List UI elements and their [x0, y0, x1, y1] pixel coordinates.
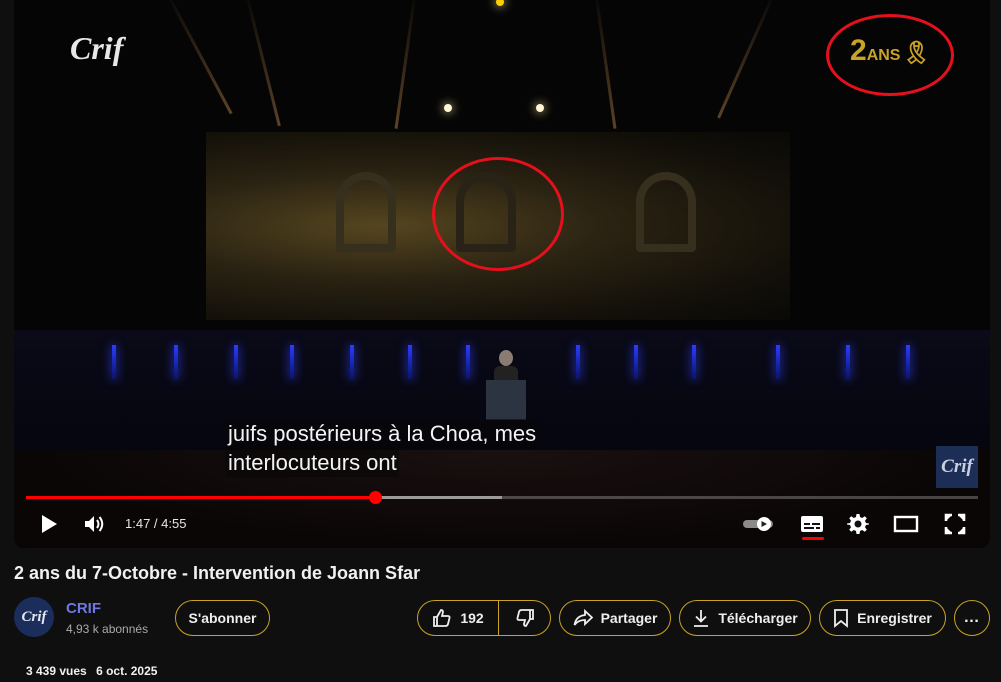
- thumbs-down-icon: [515, 608, 535, 628]
- blue-stage-light: [350, 345, 354, 379]
- blue-stage-light: [906, 345, 910, 379]
- blue-stage-light: [692, 345, 696, 379]
- blue-stage-light: [408, 345, 412, 379]
- annotation-circle-screen: [432, 157, 564, 271]
- more-actions-button[interactable]: …: [954, 600, 990, 636]
- like-count: 192: [460, 610, 484, 626]
- video-player[interactable]: Crif 2ANS🎗 juifs postérieurs à la Choa, …: [14, 0, 990, 548]
- video-metadata[interactable]: 3 439 vues 6 oct. 2025: [26, 664, 163, 678]
- stage-light-beam: [717, 0, 777, 119]
- more-actions-icon: …: [963, 609, 981, 626]
- stage-spotlight: [444, 104, 452, 112]
- subscribe-label: S'abonner: [188, 610, 257, 626]
- theater-mode-icon: [893, 515, 919, 533]
- play-button[interactable]: [36, 506, 62, 542]
- settings-button[interactable]: [844, 506, 872, 542]
- channel-avatar[interactable]: Crif: [14, 597, 54, 637]
- subtitle-line-1: juifs postérieurs à la Choa, mes: [226, 419, 539, 448]
- stage-light-beam: [394, 0, 417, 129]
- speaker-at-podium: [486, 350, 526, 422]
- podium: [486, 380, 526, 420]
- subscribe-button[interactable]: S'abonner: [175, 600, 270, 636]
- video-title: 2 ans du 7-Octobre - Intervention de Joa…: [14, 563, 421, 583]
- stage-spotlight: [496, 0, 504, 6]
- stage-light-beam: [164, 0, 233, 115]
- share-label: Partager: [600, 610, 658, 626]
- settings-icon: [847, 514, 869, 534]
- stage-light-beam: [244, 0, 281, 127]
- progress-bar[interactable]: [26, 491, 978, 504]
- channel-name[interactable]: CRIF: [66, 600, 101, 617]
- save-button[interactable]: Enregistrer: [819, 600, 946, 636]
- theater-mode-button[interactable]: [890, 506, 922, 542]
- thumbs-up-icon: [432, 608, 452, 628]
- blue-stage-light: [846, 345, 850, 379]
- blue-stage-light: [776, 345, 780, 379]
- share-button[interactable]: Partager: [559, 600, 671, 636]
- subtitles-active-indicator: [802, 537, 824, 540]
- speaker-head: [499, 350, 513, 366]
- subscriber-count: 4,93 k abonnés: [66, 622, 149, 636]
- download-button[interactable]: Télécharger: [679, 600, 811, 636]
- like-button[interactable]: 192: [417, 600, 499, 636]
- stage-spotlight: [536, 104, 544, 112]
- subtitles-button[interactable]: [794, 506, 830, 542]
- autoplay-toggle[interactable]: [742, 506, 776, 542]
- player-controls: 1:47 / 4:55: [14, 506, 990, 542]
- autoplay-toggle-icon: [743, 517, 773, 531]
- ribbon-graphic: [636, 172, 696, 252]
- blue-stage-light: [466, 345, 470, 379]
- fullscreen-button[interactable]: [940, 506, 970, 542]
- volume-button[interactable]: [82, 506, 108, 542]
- stage-light-beam: [594, 0, 617, 129]
- subtitle-caption: juifs postérieurs à la Choa, mes interlo…: [226, 419, 539, 477]
- dislike-button[interactable]: [499, 600, 551, 636]
- play-icon: [42, 515, 57, 533]
- blue-stage-light: [576, 345, 580, 379]
- save-label: Enregistrer: [857, 610, 932, 626]
- download-icon: [692, 608, 710, 628]
- fullscreen-icon: [944, 513, 966, 535]
- blue-stage-light: [290, 345, 294, 379]
- blue-stage-light: [174, 345, 178, 379]
- subtitle-line-2: interlocuteurs ont: [226, 448, 399, 477]
- download-label: Télécharger: [718, 610, 798, 626]
- subtitles-icon: [801, 516, 823, 532]
- crif-logo-overlay: Crif: [70, 30, 124, 66]
- progress-played: [26, 496, 376, 499]
- ribbon-graphic: [336, 172, 396, 252]
- bookmark-icon: [833, 608, 849, 628]
- volume-icon: [85, 516, 104, 532]
- view-count: 3 439 vues: [26, 664, 87, 678]
- publish-date: 6 oct. 2025: [96, 664, 158, 678]
- annotation-circle-logo: [826, 14, 954, 96]
- share-icon: [573, 608, 593, 628]
- time-display: 1:47 / 4:55: [125, 516, 187, 531]
- channel-watermark[interactable]: Crif: [936, 446, 978, 488]
- blue-stage-light: [634, 345, 638, 379]
- blue-stage-light: [112, 345, 116, 379]
- blue-stage-light: [234, 345, 238, 379]
